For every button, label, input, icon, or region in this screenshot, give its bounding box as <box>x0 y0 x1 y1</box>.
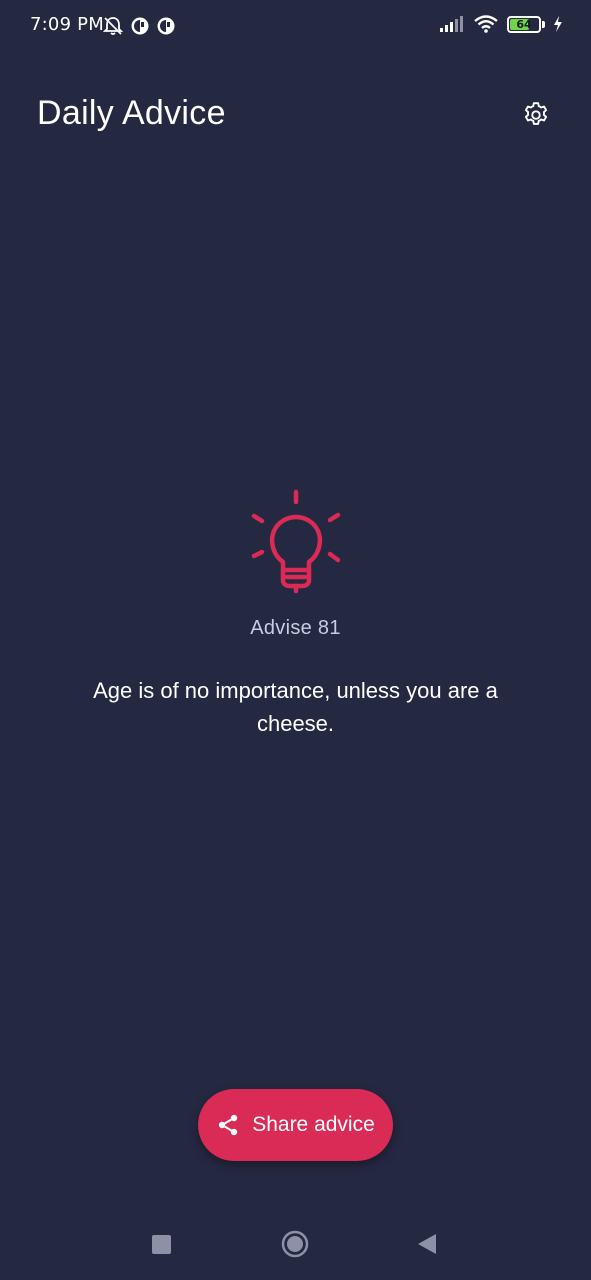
settings-button[interactable] <box>517 96 555 134</box>
app-screen: 7:09 PM 64 Daily Advice Advise 81 Age is… <box>0 0 591 1280</box>
mute-icon <box>102 17 124 35</box>
status-bar: 7:09 PM 64 <box>0 0 591 52</box>
app-notification-icon <box>157 17 175 35</box>
lightbulb-icon <box>251 489 341 594</box>
battery-cap <box>542 20 545 28</box>
back-button[interactable] <box>416 1232 438 1256</box>
app-notification-icon <box>131 17 149 35</box>
battery-icon: 64 <box>507 15 545 33</box>
signal-icon <box>440 16 463 32</box>
advice-text: Age is of no importance, unless you are … <box>93 678 498 736</box>
home-button[interactable] <box>281 1230 309 1258</box>
gear-icon <box>524 102 548 125</box>
advice-number: Advise 81 <box>250 617 341 639</box>
status-time: 7:09 PM <box>30 14 104 35</box>
battery-level: 64 <box>516 17 532 31</box>
battery-body: 64 <box>507 15 541 33</box>
page-title: Daily Advice <box>37 94 226 132</box>
status-left-icons <box>102 16 176 36</box>
system-nav-bar <box>0 1210 591 1280</box>
charging-icon <box>554 16 562 32</box>
share-advice-label: Share advice <box>252 1113 375 1136</box>
share-icon <box>219 1114 238 1136</box>
recents-button[interactable] <box>152 1235 171 1254</box>
status-right-icons: 64 <box>439 14 563 34</box>
wifi-icon <box>474 15 498 33</box>
share-advice-button[interactable]: Share advice <box>198 1089 393 1161</box>
